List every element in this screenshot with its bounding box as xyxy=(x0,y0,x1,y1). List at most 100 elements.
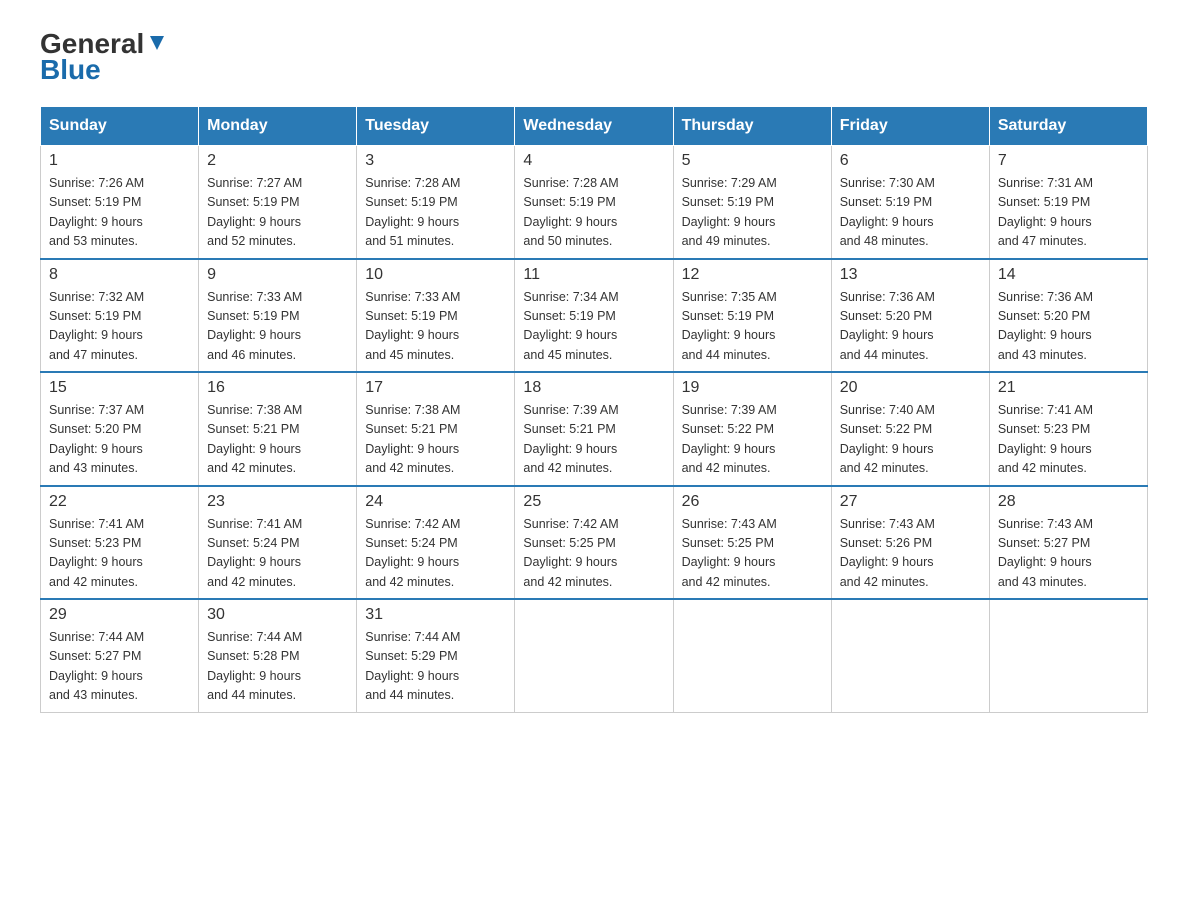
weekday-header: Wednesday xyxy=(515,107,673,146)
day-number: 5 xyxy=(682,152,823,170)
day-info: Sunrise: 7:34 AM Sunset: 5:19 PM Dayligh… xyxy=(523,288,664,366)
calendar-cell: 24 Sunrise: 7:42 AM Sunset: 5:24 PM Dayl… xyxy=(357,486,515,600)
calendar-cell: 30 Sunrise: 7:44 AM Sunset: 5:28 PM Dayl… xyxy=(199,599,357,712)
calendar-cell: 26 Sunrise: 7:43 AM Sunset: 5:25 PM Dayl… xyxy=(673,486,831,600)
day-info: Sunrise: 7:37 AM Sunset: 5:20 PM Dayligh… xyxy=(49,401,190,479)
day-number: 11 xyxy=(523,266,664,284)
calendar-cell: 17 Sunrise: 7:38 AM Sunset: 5:21 PM Dayl… xyxy=(357,372,515,486)
day-number: 29 xyxy=(49,606,190,624)
weekday-header: Saturday xyxy=(989,107,1147,146)
calendar-cell: 9 Sunrise: 7:33 AM Sunset: 5:19 PM Dayli… xyxy=(199,259,357,373)
day-number: 26 xyxy=(682,493,823,511)
day-info: Sunrise: 7:42 AM Sunset: 5:24 PM Dayligh… xyxy=(365,515,506,593)
day-number: 16 xyxy=(207,379,348,397)
day-info: Sunrise: 7:43 AM Sunset: 5:25 PM Dayligh… xyxy=(682,515,823,593)
day-info: Sunrise: 7:32 AM Sunset: 5:19 PM Dayligh… xyxy=(49,288,190,366)
day-info: Sunrise: 7:44 AM Sunset: 5:27 PM Dayligh… xyxy=(49,628,190,706)
day-info: Sunrise: 7:43 AM Sunset: 5:26 PM Dayligh… xyxy=(840,515,981,593)
day-info: Sunrise: 7:41 AM Sunset: 5:23 PM Dayligh… xyxy=(998,401,1139,479)
day-info: Sunrise: 7:43 AM Sunset: 5:27 PM Dayligh… xyxy=(998,515,1139,593)
weekday-header: Friday xyxy=(831,107,989,146)
weekday-header: Sunday xyxy=(41,107,199,146)
calendar-cell: 8 Sunrise: 7:32 AM Sunset: 5:19 PM Dayli… xyxy=(41,259,199,373)
logo-blue: Blue xyxy=(40,54,101,86)
day-info: Sunrise: 7:35 AM Sunset: 5:19 PM Dayligh… xyxy=(682,288,823,366)
calendar-cell xyxy=(831,599,989,712)
calendar-cell: 6 Sunrise: 7:30 AM Sunset: 5:19 PM Dayli… xyxy=(831,146,989,259)
calendar-week-row: 15 Sunrise: 7:37 AM Sunset: 5:20 PM Dayl… xyxy=(41,372,1148,486)
day-number: 28 xyxy=(998,493,1139,511)
logo: General Blue xyxy=(40,30,168,86)
day-info: Sunrise: 7:33 AM Sunset: 5:19 PM Dayligh… xyxy=(207,288,348,366)
day-number: 18 xyxy=(523,379,664,397)
calendar-cell xyxy=(515,599,673,712)
day-number: 1 xyxy=(49,152,190,170)
calendar-cell xyxy=(673,599,831,712)
calendar-week-row: 22 Sunrise: 7:41 AM Sunset: 5:23 PM Dayl… xyxy=(41,486,1148,600)
day-number: 23 xyxy=(207,493,348,511)
calendar-week-row: 1 Sunrise: 7:26 AM Sunset: 5:19 PM Dayli… xyxy=(41,146,1148,259)
calendar-cell: 25 Sunrise: 7:42 AM Sunset: 5:25 PM Dayl… xyxy=(515,486,673,600)
day-info: Sunrise: 7:36 AM Sunset: 5:20 PM Dayligh… xyxy=(840,288,981,366)
calendar-cell: 16 Sunrise: 7:38 AM Sunset: 5:21 PM Dayl… xyxy=(199,372,357,486)
calendar-cell: 13 Sunrise: 7:36 AM Sunset: 5:20 PM Dayl… xyxy=(831,259,989,373)
day-number: 30 xyxy=(207,606,348,624)
day-info: Sunrise: 7:28 AM Sunset: 5:19 PM Dayligh… xyxy=(523,174,664,252)
day-number: 20 xyxy=(840,379,981,397)
day-number: 3 xyxy=(365,152,506,170)
day-number: 7 xyxy=(998,152,1139,170)
day-number: 27 xyxy=(840,493,981,511)
calendar-cell: 2 Sunrise: 7:27 AM Sunset: 5:19 PM Dayli… xyxy=(199,146,357,259)
calendar-cell: 19 Sunrise: 7:39 AM Sunset: 5:22 PM Dayl… xyxy=(673,372,831,486)
day-info: Sunrise: 7:33 AM Sunset: 5:19 PM Dayligh… xyxy=(365,288,506,366)
calendar-week-row: 29 Sunrise: 7:44 AM Sunset: 5:27 PM Dayl… xyxy=(41,599,1148,712)
calendar-cell: 12 Sunrise: 7:35 AM Sunset: 5:19 PM Dayl… xyxy=(673,259,831,373)
day-number: 9 xyxy=(207,266,348,284)
calendar-cell: 5 Sunrise: 7:29 AM Sunset: 5:19 PM Dayli… xyxy=(673,146,831,259)
day-info: Sunrise: 7:30 AM Sunset: 5:19 PM Dayligh… xyxy=(840,174,981,252)
day-number: 24 xyxy=(365,493,506,511)
calendar-cell: 7 Sunrise: 7:31 AM Sunset: 5:19 PM Dayli… xyxy=(989,146,1147,259)
day-info: Sunrise: 7:38 AM Sunset: 5:21 PM Dayligh… xyxy=(207,401,348,479)
day-info: Sunrise: 7:27 AM Sunset: 5:19 PM Dayligh… xyxy=(207,174,348,252)
day-number: 31 xyxy=(365,606,506,624)
calendar-cell: 23 Sunrise: 7:41 AM Sunset: 5:24 PM Dayl… xyxy=(199,486,357,600)
weekday-header: Tuesday xyxy=(357,107,515,146)
day-info: Sunrise: 7:39 AM Sunset: 5:22 PM Dayligh… xyxy=(682,401,823,479)
day-number: 4 xyxy=(523,152,664,170)
calendar-cell: 10 Sunrise: 7:33 AM Sunset: 5:19 PM Dayl… xyxy=(357,259,515,373)
day-info: Sunrise: 7:28 AM Sunset: 5:19 PM Dayligh… xyxy=(365,174,506,252)
day-number: 12 xyxy=(682,266,823,284)
calendar-cell: 18 Sunrise: 7:39 AM Sunset: 5:21 PM Dayl… xyxy=(515,372,673,486)
day-info: Sunrise: 7:41 AM Sunset: 5:24 PM Dayligh… xyxy=(207,515,348,593)
calendar-cell: 1 Sunrise: 7:26 AM Sunset: 5:19 PM Dayli… xyxy=(41,146,199,259)
calendar-cell: 29 Sunrise: 7:44 AM Sunset: 5:27 PM Dayl… xyxy=(41,599,199,712)
calendar-cell: 11 Sunrise: 7:34 AM Sunset: 5:19 PM Dayl… xyxy=(515,259,673,373)
day-info: Sunrise: 7:36 AM Sunset: 5:20 PM Dayligh… xyxy=(998,288,1139,366)
calendar-cell: 20 Sunrise: 7:40 AM Sunset: 5:22 PM Dayl… xyxy=(831,372,989,486)
calendar-cell: 21 Sunrise: 7:41 AM Sunset: 5:23 PM Dayl… xyxy=(989,372,1147,486)
calendar-week-row: 8 Sunrise: 7:32 AM Sunset: 5:19 PM Dayli… xyxy=(41,259,1148,373)
day-info: Sunrise: 7:39 AM Sunset: 5:21 PM Dayligh… xyxy=(523,401,664,479)
day-number: 25 xyxy=(523,493,664,511)
day-number: 17 xyxy=(365,379,506,397)
day-number: 21 xyxy=(998,379,1139,397)
day-number: 10 xyxy=(365,266,506,284)
calendar-header: SundayMondayTuesdayWednesdayThursdayFrid… xyxy=(41,107,1148,146)
calendar-cell: 22 Sunrise: 7:41 AM Sunset: 5:23 PM Dayl… xyxy=(41,486,199,600)
day-number: 13 xyxy=(840,266,981,284)
calendar-cell: 28 Sunrise: 7:43 AM Sunset: 5:27 PM Dayl… xyxy=(989,486,1147,600)
day-info: Sunrise: 7:29 AM Sunset: 5:19 PM Dayligh… xyxy=(682,174,823,252)
weekday-header: Monday xyxy=(199,107,357,146)
day-number: 19 xyxy=(682,379,823,397)
calendar-cell: 27 Sunrise: 7:43 AM Sunset: 5:26 PM Dayl… xyxy=(831,486,989,600)
day-number: 14 xyxy=(998,266,1139,284)
day-info: Sunrise: 7:44 AM Sunset: 5:28 PM Dayligh… xyxy=(207,628,348,706)
day-info: Sunrise: 7:31 AM Sunset: 5:19 PM Dayligh… xyxy=(998,174,1139,252)
day-info: Sunrise: 7:40 AM Sunset: 5:22 PM Dayligh… xyxy=(840,401,981,479)
page-header: General Blue xyxy=(40,30,1148,86)
calendar-cell: 31 Sunrise: 7:44 AM Sunset: 5:29 PM Dayl… xyxy=(357,599,515,712)
day-info: Sunrise: 7:41 AM Sunset: 5:23 PM Dayligh… xyxy=(49,515,190,593)
day-info: Sunrise: 7:26 AM Sunset: 5:19 PM Dayligh… xyxy=(49,174,190,252)
day-number: 6 xyxy=(840,152,981,170)
